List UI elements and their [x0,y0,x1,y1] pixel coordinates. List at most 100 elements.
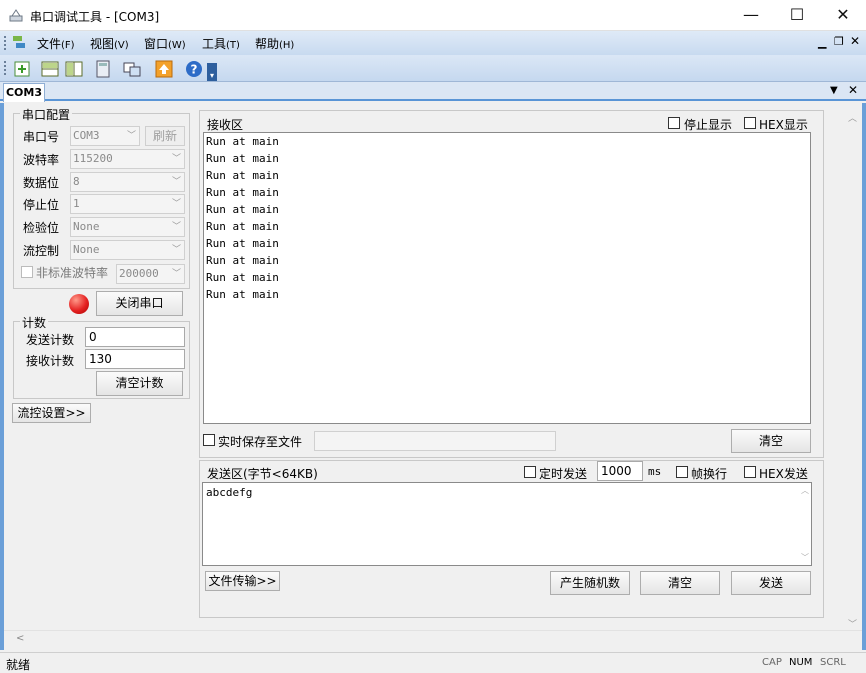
timed-send-checkbox[interactable] [524,466,536,478]
toolbar-overflow-icon[interactable]: ▾ [207,63,217,81]
horizontal-scrollbar[interactable]: < [4,630,862,648]
chevron-down-icon: ﹀ [171,269,181,279]
toolbar: ? ▾ [0,55,866,82]
hex-display-checkbox[interactable] [744,117,756,129]
rx-count-field[interactable]: 130 [85,349,185,369]
clear-send-button[interactable]: 清空 [640,571,720,595]
receive-textarea[interactable]: Run at main Run at main Run at main Run … [203,132,811,424]
stop-display-checkbox[interactable] [668,117,680,129]
svg-text:?: ? [191,63,198,77]
grip-icon [4,36,6,50]
file-transfer-button[interactable]: 文件传输>> [205,571,280,591]
stop-display-label: 停止显示 [684,118,733,132]
serial-config-title: 串口配置 [20,106,73,123]
port-select[interactable]: COM3 ﹀ [70,126,140,146]
menu-view[interactable]: 视图(V) [90,35,129,52]
menu-tools[interactable]: 工具(T) [202,35,240,52]
receive-line: Run at main [206,203,279,216]
scroll-down-icon[interactable]: ﹀ [801,552,809,563]
hex-send-checkbox[interactable] [744,466,756,478]
receive-title: 接收区 [207,118,244,132]
tab-close-icon[interactable]: ✕ [848,83,858,97]
save-to-file-checkbox[interactable] [203,434,215,446]
nonstd-baud-select[interactable]: 200000 ﹀ [116,264,185,284]
new-session-icon[interactable] [12,59,32,79]
baud-select[interactable]: 115200 ﹀ [70,149,185,169]
tab-list-icon[interactable]: ▼ [830,85,838,96]
timed-send-label: 定时发送 [539,467,588,481]
send-interval-field[interactable]: 1000 [597,461,643,481]
refresh-button[interactable]: 刷新 [145,126,185,146]
frame-newline-label: 帧换行 [691,467,728,481]
mdi-restore-icon[interactable]: ❐ [834,35,844,48]
data-bits-label: 数据位 [23,176,60,190]
nonstd-baud-label: 非标准波特率 [36,266,109,280]
chevron-down-icon: ﹀ [171,154,181,164]
calculator-icon[interactable] [93,59,113,79]
scroll-up-icon[interactable]: ︿ [801,485,809,496]
receive-line: Run at main [206,254,279,267]
help-icon[interactable]: ? [184,59,204,79]
window-title: 串口调试工具 - [COM3] [30,10,160,24]
flow-settings-button[interactable]: 流控设置>> [12,403,91,423]
flow-control-select[interactable]: None ﹀ [70,240,185,260]
status-cap: CAP [762,657,782,668]
send-title: 发送区(字节<64KB) [207,467,318,481]
nonstd-baud-checkbox[interactable] [21,266,33,278]
frame-newline-checkbox[interactable] [676,466,688,478]
interval-unit: ms [648,465,662,478]
title-bar: 串口调试工具 - [COM3] — ☐ ✕ [0,0,866,31]
chevron-down-icon: ﹀ [171,245,181,255]
maximize-button[interactable]: ☐ [774,0,820,31]
baud-label: 波特率 [23,153,60,167]
menu-window[interactable]: 窗口(W) [144,35,186,52]
send-textarea[interactable]: abcdefg ︿ ﹀ [202,482,812,566]
scroll-left-icon[interactable]: < [16,633,24,644]
scroll-down-icon[interactable]: ﹀ [848,617,857,630]
send-button[interactable]: 发送 [731,571,811,595]
save-file-path-field[interactable] [314,431,556,451]
chevron-down-icon: ﹀ [126,131,136,141]
rx-count-label: 接收计数 [26,354,75,368]
mdi-minimize-icon[interactable]: ▁ [818,36,826,49]
port-status-led-icon [69,294,89,314]
menu-app-icon [13,36,25,48]
flow-control-label: 流控制 [23,244,60,258]
split-horizontal-icon[interactable] [40,59,60,79]
status-scrl: SCRL [820,657,846,668]
parity-select[interactable]: None ﹀ [70,217,185,237]
close-button[interactable]: ✕ [820,0,866,31]
close-port-button[interactable]: 关闭串口 [96,291,183,316]
tab-com3[interactable]: COM3 [3,83,45,102]
menu-help[interactable]: 帮助(H) [255,35,294,52]
tx-count-label: 发送计数 [26,333,75,347]
status-bar: 就绪 CAP NUM SCRL [0,652,866,673]
data-bits-select[interactable]: 8 ﹀ [70,172,185,192]
menu-bar: 文件(F) 视图(V) 窗口(W) 工具(T) 帮助(H) ▁ ❐ ✕ [0,31,866,55]
upload-icon[interactable] [154,59,174,79]
stop-bits-label: 停止位 [23,198,60,212]
save-to-file-label: 实时保存至文件 [218,435,303,449]
counter-title: 计数 [20,314,49,331]
receive-line: Run at main [206,271,279,284]
status-num: NUM [789,657,813,668]
tx-count-field[interactable]: 0 [85,327,185,347]
menu-file[interactable]: 文件(F) [37,35,75,52]
stop-bits-select[interactable]: 1 ﹀ [70,194,185,214]
scroll-up-icon[interactable]: ︿ [848,111,857,124]
minimize-button[interactable]: — [728,0,774,31]
receive-line: Run at main [206,186,279,199]
receive-line: Run at main [206,237,279,250]
window-tile-icon[interactable] [122,59,142,79]
clear-count-button[interactable]: 清空计数 [96,371,183,396]
split-vertical-icon[interactable] [64,59,84,79]
send-text: abcdefg [206,486,253,499]
receive-line: Run at main [206,169,279,182]
hex-send-label: HEX发送 [759,467,808,481]
random-data-button[interactable]: 产生随机数 [550,571,630,595]
app-icon [9,9,23,22]
mdi-close-icon[interactable]: ✕ [850,34,860,48]
clear-receive-button[interactable]: 清空 [731,429,811,453]
hex-display-label: HEX显示 [759,118,808,132]
chevron-down-icon: ﹀ [171,222,181,232]
